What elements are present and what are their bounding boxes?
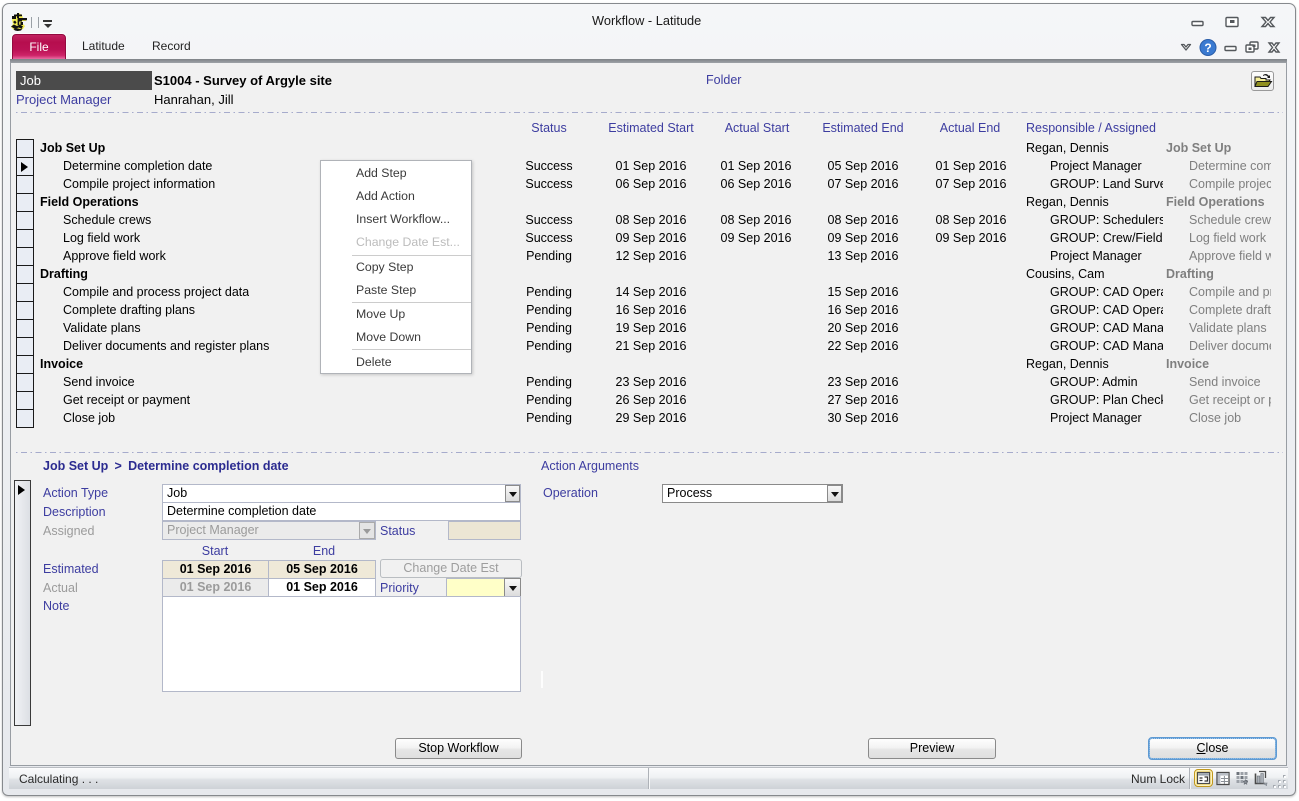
svg-text:?: ? bbox=[1204, 41, 1211, 55]
